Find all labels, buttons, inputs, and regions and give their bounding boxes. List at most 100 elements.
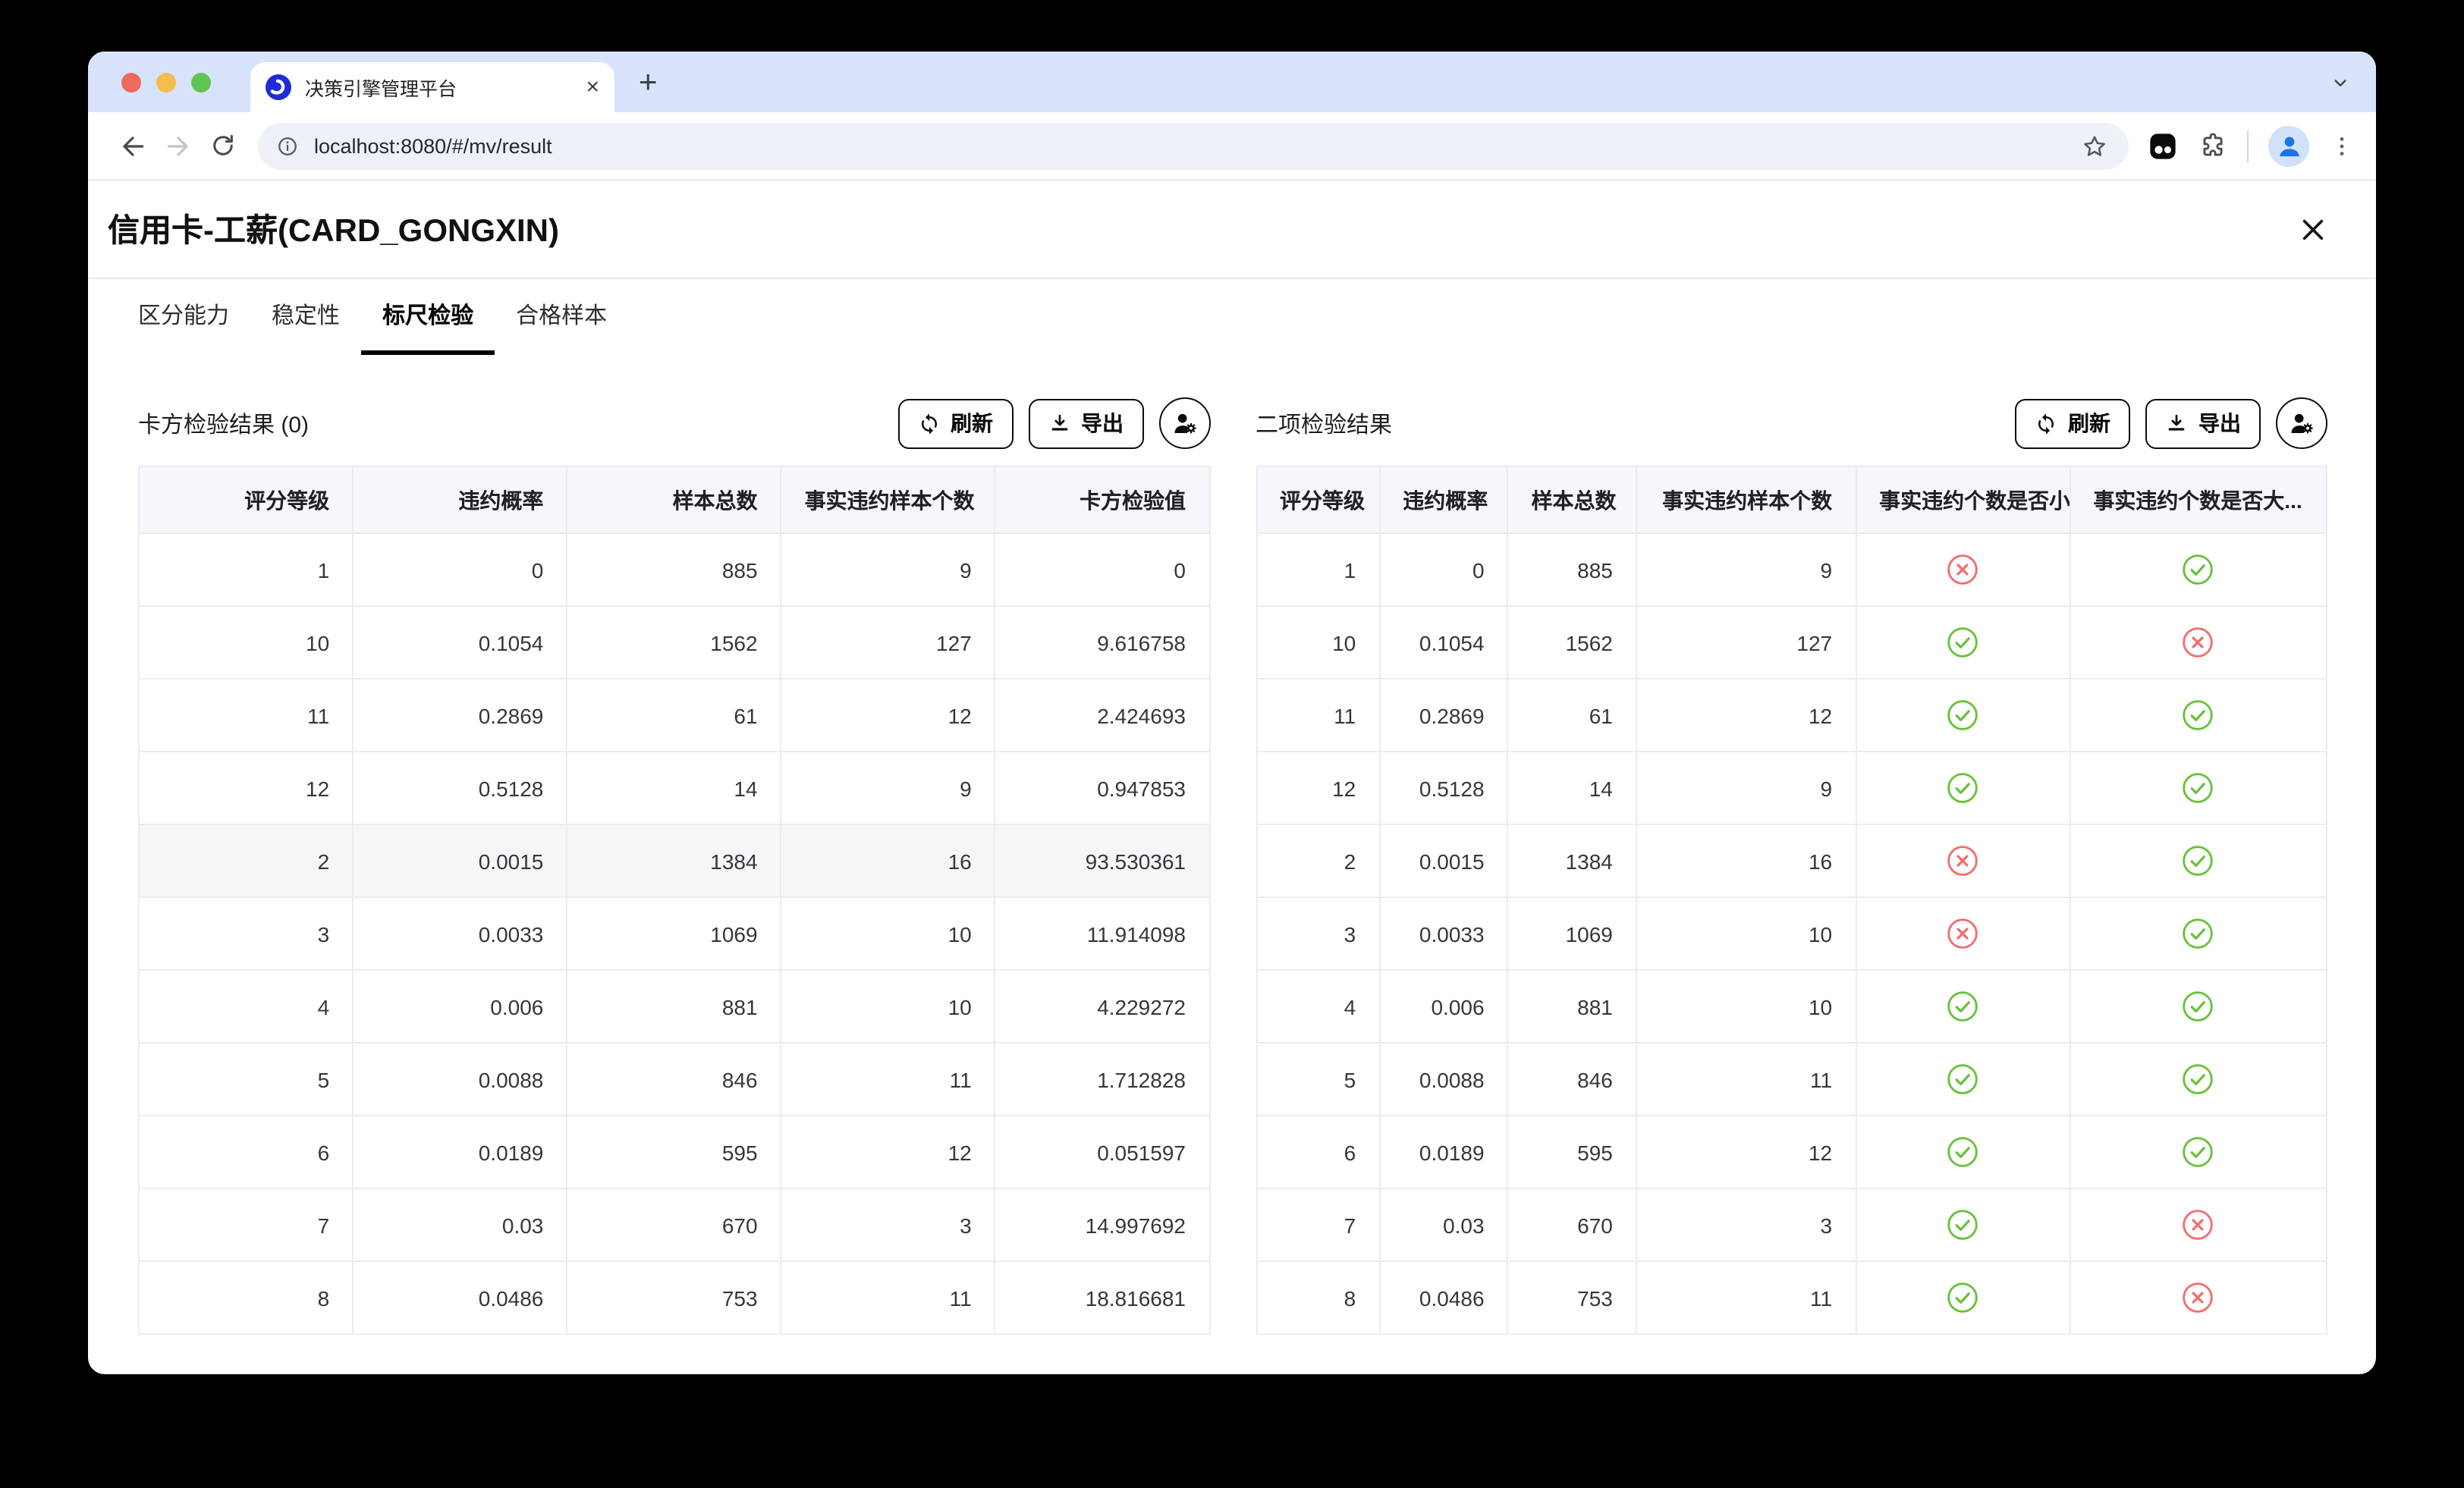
close-icon[interactable] [2294, 211, 2330, 247]
export-button[interactable]: 导出 [1028, 398, 1143, 448]
pass-icon [1947, 1138, 1978, 1162]
column-header: 样本总数 [567, 466, 781, 533]
table-cell: 16 [1636, 824, 1856, 897]
table-cell: 16 [781, 824, 995, 897]
tab-discrimination[interactable]: 区分能力 [117, 279, 250, 355]
table-cell: 14 [1508, 752, 1636, 824]
site-info-icon[interactable] [276, 134, 299, 157]
section-title: 卡方检验结果 (0) [138, 407, 309, 439]
table-cell: 11.914098 [995, 897, 1209, 970]
table-row: 80.048675311 [1256, 1261, 2327, 1334]
column-settings-button[interactable] [2276, 397, 2327, 449]
table-cell: 10 [139, 606, 353, 679]
table-cell: 12 [1256, 752, 1379, 824]
table-cell: 11 [781, 1043, 995, 1116]
table-cell: 1384 [567, 824, 781, 897]
window-minimize-button[interactable] [156, 72, 176, 92]
table-cell: 5 [1256, 1043, 1379, 1116]
table-row: 60.018959512 [1256, 1116, 2327, 1188]
refresh-icon [2035, 412, 2057, 435]
table-cell: 0.006 [1379, 970, 1507, 1043]
table-cell: 0.0088 [353, 1043, 567, 1116]
tab-close-icon[interactable]: × [586, 76, 599, 99]
table-cell: 9 [1636, 752, 1856, 824]
dialog-header: 信用卡-工薪(CARD_GONGXIN) [88, 181, 2376, 278]
table-cell: 885 [1508, 533, 1636, 606]
table-cell: 7 [1256, 1188, 1379, 1261]
table-cell: 12 [1636, 1116, 1856, 1188]
table-cell: 0.947853 [995, 752, 1209, 824]
bookmark-star-icon[interactable] [2082, 133, 2107, 159]
reload-icon[interactable] [200, 124, 246, 167]
status-cell [1856, 897, 2070, 970]
tab-search-chevron-icon[interactable] [2329, 71, 2352, 93]
table-row: 108859 [1256, 533, 2327, 606]
site-favicon [266, 74, 291, 100]
status-cell [1856, 752, 2070, 824]
pass-icon [2183, 555, 2214, 579]
table-row: 100.105415621279.616758 [139, 606, 1209, 679]
table-row: 20.0015138416 [1256, 824, 2327, 897]
table-cell: 12 [781, 1116, 995, 1188]
table-cell: 0 [995, 533, 1209, 606]
table-cell: 885 [567, 533, 781, 606]
toolbar-right-icons [2147, 125, 2355, 166]
refresh-button[interactable]: 刷新 [2015, 398, 2130, 448]
forward-icon[interactable] [155, 124, 200, 167]
table-cell: 1.712828 [995, 1043, 1209, 1116]
pass-icon [1947, 1065, 1978, 1089]
refresh-icon [917, 412, 940, 435]
table-cell: 2 [139, 824, 353, 897]
pass-icon [2183, 774, 2214, 798]
tab-stability[interactable]: 稳定性 [250, 279, 361, 355]
table-cell: 753 [1508, 1261, 1636, 1334]
table-cell: 11 [1636, 1043, 1856, 1116]
tab-scale-test[interactable]: 标尺检验 [361, 279, 495, 355]
fail-icon [2183, 628, 2214, 652]
table-cell: 0.0088 [1379, 1043, 1507, 1116]
table-row: 110.28696112 [1256, 679, 2327, 752]
address-bar[interactable]: localhost:8080/#/mv/result [258, 122, 2129, 169]
table-cell: 0.03 [353, 1188, 567, 1261]
status-cell [2070, 533, 2327, 606]
url-text[interactable]: localhost:8080/#/mv/result [314, 134, 2082, 157]
screen: 决策引擎管理平台 × + localho [0, 0, 2464, 1488]
table-cell: 10 [781, 897, 995, 970]
table-cell: 1 [1256, 533, 1379, 606]
table-cell: 595 [567, 1116, 781, 1188]
browser-tab[interactable]: 决策引擎管理平台 × [250, 62, 614, 112]
table-cell: 8 [1256, 1261, 1379, 1334]
column-header: 评分等级 [139, 466, 353, 533]
new-tab-button[interactable]: + [639, 66, 658, 98]
window-zoom-button[interactable] [191, 72, 211, 92]
tab-qualified-sample[interactable]: 合格样本 [495, 279, 628, 355]
table-cell: 0.1054 [353, 606, 567, 679]
export-button[interactable]: 导出 [2145, 398, 2261, 448]
dark-extension-icon[interactable] [2147, 130, 2179, 162]
window-close-button[interactable] [121, 72, 141, 92]
table-row: 80.04867531118.816681 [139, 1261, 1209, 1334]
extensions-puzzle-icon[interactable] [2198, 131, 2227, 160]
table-cell: 3 [139, 897, 353, 970]
column-settings-button[interactable] [1158, 397, 1210, 449]
table-cell: 10 [1256, 606, 1379, 679]
table-cell: 0.2869 [1379, 679, 1507, 752]
table-header-row: 评分等级违约概率样本总数事实违约样本个数事实违约个数是否小...事实违约个数是否… [1256, 466, 2327, 533]
browser-menu-kebab-icon[interactable] [2329, 133, 2355, 159]
table-cell: 61 [567, 679, 781, 752]
chi-square-section: 卡方检验结果 (0) 刷新 导出 [138, 397, 1210, 1335]
download-icon [1048, 412, 1070, 435]
table-cell: 127 [1636, 606, 1856, 679]
table-cell: 0.2869 [353, 679, 567, 752]
section-actions: 刷新 导出 [2015, 397, 2327, 449]
binomial-section: 二项检验结果 刷新 导出 [1256, 397, 2327, 1335]
table-cell: 595 [1508, 1116, 1636, 1188]
table-cell: 0.5128 [1379, 752, 1507, 824]
table-cell: 11 [1636, 1261, 1856, 1334]
browser-tab-title: 决策引擎管理平台 [305, 73, 577, 102]
pass-icon [1947, 628, 1978, 652]
refresh-button[interactable]: 刷新 [897, 398, 1013, 448]
table-cell: 0.0033 [353, 897, 567, 970]
back-icon[interactable] [109, 124, 155, 167]
profile-avatar[interactable] [2268, 125, 2309, 166]
